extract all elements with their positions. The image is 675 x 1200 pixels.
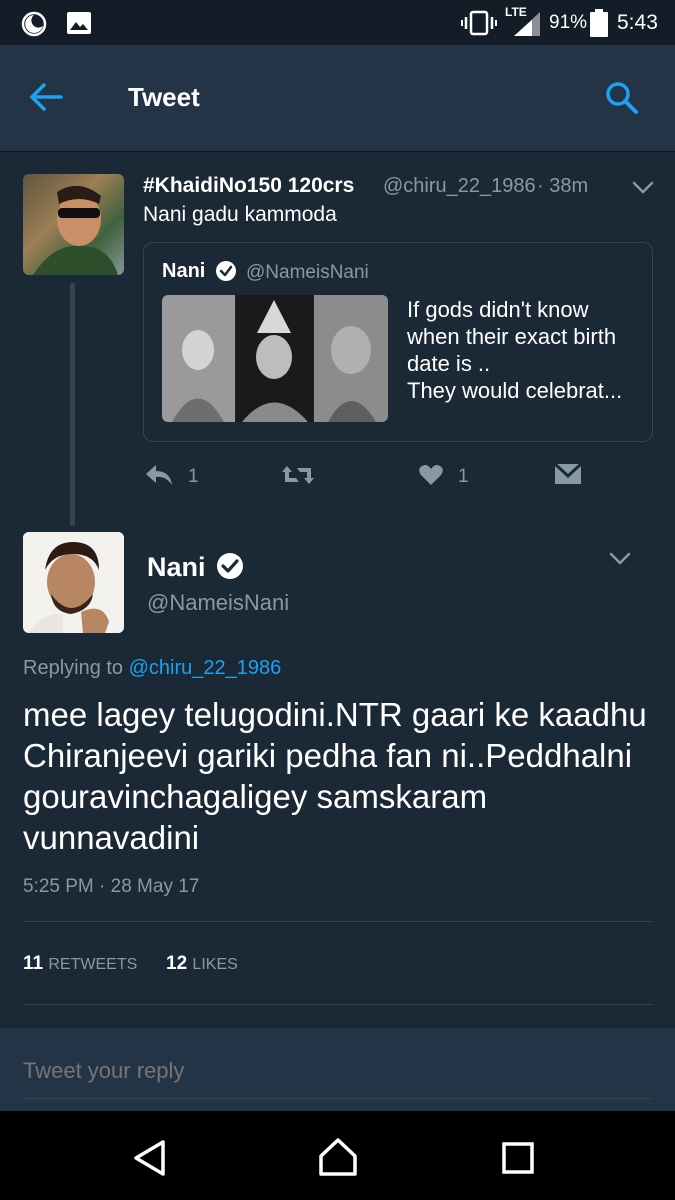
reply-input-underline xyxy=(23,1098,652,1099)
nav-back-icon[interactable] xyxy=(132,1139,168,1177)
page-title: Tweet xyxy=(128,82,200,112)
moon-icon xyxy=(21,11,47,37)
image-icon xyxy=(67,12,91,34)
avatar[interactable] xyxy=(23,174,124,275)
verified-badge-icon xyxy=(216,261,236,281)
replying-to-label: Replying to xyxy=(23,657,129,679)
likes-count: 12 xyxy=(166,953,188,974)
nav-recents-icon[interactable] xyxy=(502,1142,534,1174)
replying-to-handle[interactable]: @chiru_22_1986 xyxy=(129,657,282,679)
quoted-tweet-text: If gods didn't know when their exact bir… xyxy=(407,297,623,403)
tweet-text: mee lagey telugodini.NTR gaari ke kaadhu… xyxy=(23,696,647,856)
reply-count: 1 xyxy=(188,466,199,487)
replying-to: Replying to @chiru_22_1986 xyxy=(23,657,281,680)
signal-icon xyxy=(514,12,540,36)
divider xyxy=(23,921,652,922)
search-icon[interactable] xyxy=(604,80,640,116)
retweets-count: 11 xyxy=(23,953,44,974)
avatar-portrait xyxy=(23,174,124,275)
battery-percent: 91% xyxy=(549,12,588,33)
retweets-label: RETWEETS xyxy=(48,956,138,973)
verified-badge-icon xyxy=(217,553,243,579)
battery-icon xyxy=(590,9,608,37)
tweet-timestamp: 5:25 PM · 28 May 17 xyxy=(23,876,200,897)
chevron-down-icon[interactable] xyxy=(608,551,632,567)
vibrate-icon xyxy=(461,10,497,36)
retweets-stat[interactable]: 11 RETWEETS xyxy=(23,953,137,975)
quoted-media-thumbnail[interactable] xyxy=(162,295,388,422)
chevron-down-icon[interactable] xyxy=(631,180,655,196)
clock-time: 5:43 xyxy=(617,11,658,34)
tweet-age: · 38m xyxy=(537,175,589,197)
nav-home-icon[interactable] xyxy=(318,1137,358,1177)
thread-connector xyxy=(70,283,75,526)
like-heart-icon[interactable] xyxy=(418,463,444,487)
quoted-author-handle: @NameisNani xyxy=(246,262,369,283)
reply-icon[interactable] xyxy=(144,462,174,488)
avatar-portrait xyxy=(23,532,124,633)
reply-input[interactable] xyxy=(23,1054,652,1088)
retweet-icon[interactable] xyxy=(281,462,315,488)
like-count: 1 xyxy=(458,466,469,487)
quoted-author-name: Nani xyxy=(162,260,206,282)
media-collage xyxy=(162,295,388,422)
divider xyxy=(23,1004,652,1005)
back-arrow-icon[interactable] xyxy=(28,82,64,112)
app-bar xyxy=(0,45,675,151)
tweet-text: Nani gadu kammoda xyxy=(143,203,337,226)
direct-message-icon[interactable] xyxy=(553,462,583,488)
likes-label: LIKES xyxy=(192,956,238,973)
author-handle[interactable]: @chiru_22_1986 xyxy=(383,175,536,198)
likes-stat[interactable]: 12 LIKES xyxy=(166,953,238,975)
header-divider xyxy=(0,151,675,152)
avatar[interactable] xyxy=(23,532,124,633)
author-handle[interactable]: @NameisNani xyxy=(147,590,289,616)
status-bar: LTE 91% 5:43 xyxy=(0,0,675,45)
author-name[interactable]: Nani xyxy=(147,552,206,583)
author-name[interactable]: #KhaidiNo150 120crs xyxy=(143,174,354,198)
